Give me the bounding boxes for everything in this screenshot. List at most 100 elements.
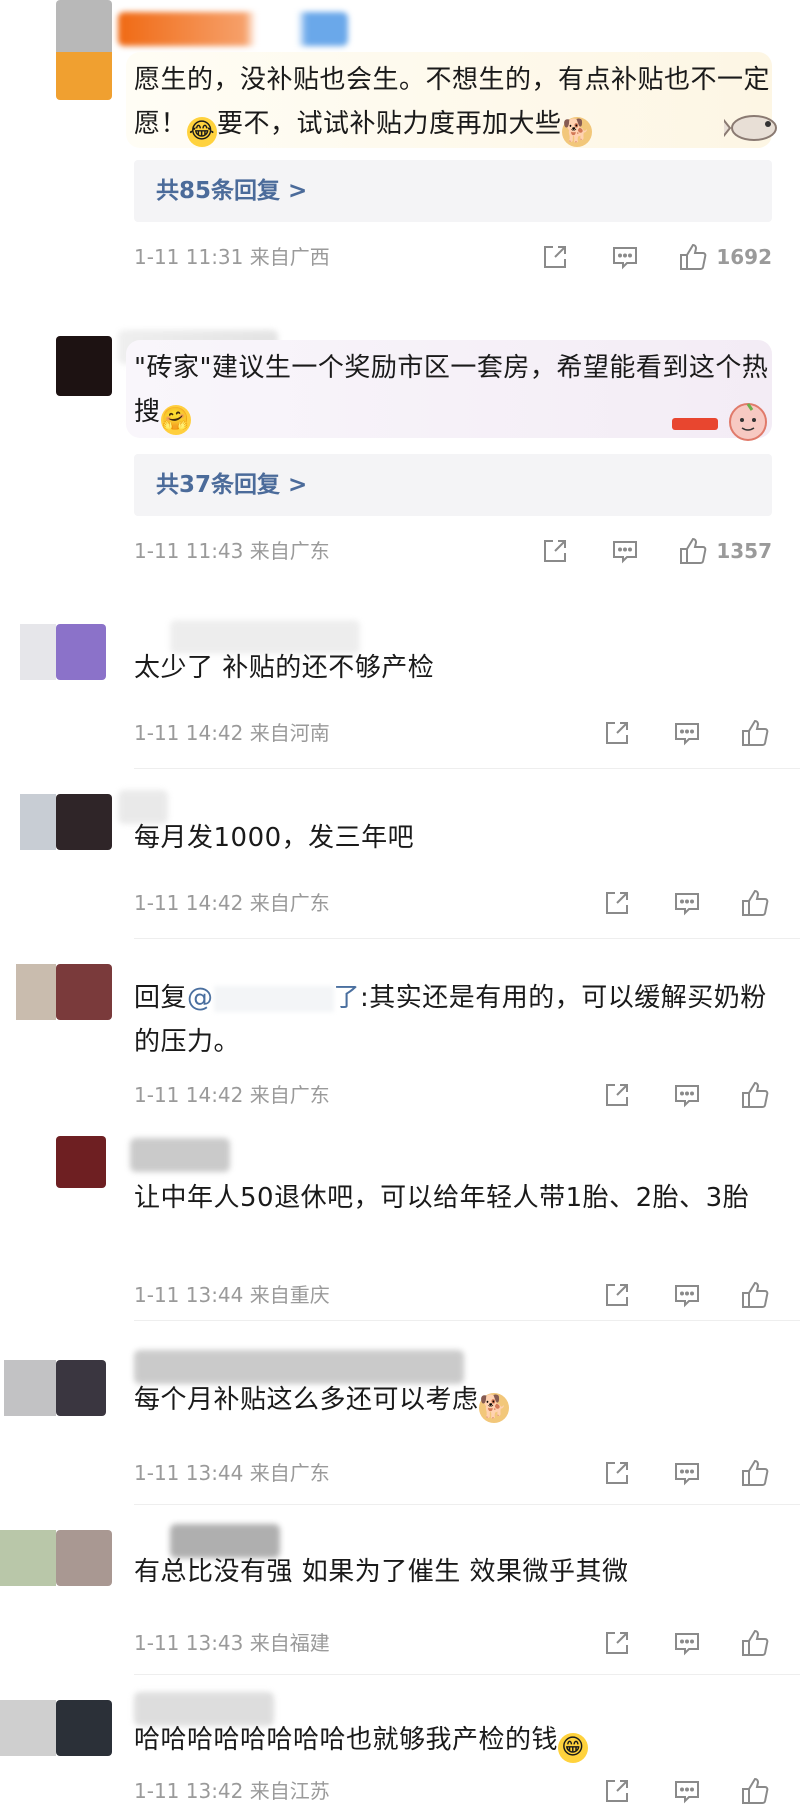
- comment-item: 有总比没有强 如果为了催生 效果微乎其微 1-11 13:43 来自福建: [0, 1524, 800, 1676]
- thumbs-up-icon[interactable]: [738, 1774, 772, 1808]
- share-icon[interactable]: [600, 716, 634, 750]
- view-replies-link[interactable]: 共85条回复 >: [134, 160, 772, 222]
- thumbs-up-icon[interactable]: [738, 1278, 772, 1312]
- comment-text-main: 每个月补贴这么多还可以考虑: [134, 1385, 479, 1415]
- comment-meta: 1-11 14:42 来自广东: [134, 1080, 330, 1110]
- mention-name-blurred: [213, 985, 334, 1012]
- comment-meta: 1-11 13:43 来自福建: [134, 1628, 330, 1658]
- hugging-emoji: 🤗: [160, 405, 191, 435]
- comment-actions: [600, 1456, 772, 1490]
- comment-item: 回复@ 了:其实还是有用的，可以缓解买奶粉的压力。 1-11 14:42 来自广东: [0, 960, 800, 1130]
- grinning-emoji: 😁: [558, 1733, 589, 1763]
- comment-time: 1-11 13:44: [134, 1283, 244, 1307]
- mention-link[interactable]: @ 了: [187, 983, 360, 1013]
- avatar[interactable]: [56, 336, 112, 396]
- comment-location: 来自广东: [249, 891, 330, 915]
- mention-tail: 了: [333, 983, 361, 1013]
- thumbs-up-icon[interactable]: [676, 534, 710, 568]
- comment-actions: [600, 1078, 772, 1112]
- avatar[interactable]: [56, 794, 112, 850]
- thumbs-up-icon[interactable]: [738, 1456, 772, 1490]
- comment-icon[interactable]: [608, 534, 642, 568]
- comment-text-main: 哈哈哈哈哈哈哈哈也就够我产检的钱: [134, 1725, 559, 1755]
- comment-actions: [600, 1626, 772, 1660]
- comment-icon[interactable]: [670, 1626, 704, 1660]
- divider: [134, 1504, 800, 1505]
- comment-icon[interactable]: [670, 1774, 704, 1808]
- like-count: 1692: [716, 245, 772, 269]
- avatar[interactable]: [56, 1136, 106, 1188]
- doge-emoji: 🐕: [478, 1393, 509, 1423]
- avatar-bottom: [56, 52, 112, 100]
- comment-icon[interactable]: [608, 240, 642, 274]
- comment-text: 太少了 补贴的还不够产检: [134, 653, 435, 683]
- comment-meta: 1-11 14:42 来自河南: [134, 718, 330, 748]
- share-icon[interactable]: [538, 240, 572, 274]
- share-icon[interactable]: [600, 1278, 634, 1312]
- comment-text: 哈哈哈哈哈哈哈哈也就够我产检的钱 😁: [134, 1718, 774, 1763]
- avatar[interactable]: [56, 624, 106, 680]
- comment-item: 让中年人50退休吧，可以给年轻人带1胎、2胎、3胎 1-11 13:44 来自重…: [0, 1132, 800, 1322]
- comment-location: 来自广西: [249, 245, 330, 269]
- comment-icon[interactable]: [670, 716, 704, 750]
- comment-icon[interactable]: [670, 1078, 704, 1112]
- share-icon[interactable]: [600, 886, 634, 920]
- comment-text: 让中年人50退休吧，可以给年轻人带1胎、2胎、3胎: [134, 1183, 750, 1213]
- fish-sticker-icon: [721, 104, 780, 148]
- thumbs-up-icon[interactable]: [676, 240, 710, 274]
- comment-icon[interactable]: [670, 1278, 704, 1312]
- thumbs-up-icon[interactable]: [738, 1626, 772, 1660]
- comment-actions: 1692: [538, 240, 772, 274]
- avatar-shadow: [0, 1530, 56, 1586]
- avatar-shadow: [0, 1700, 56, 1756]
- share-icon[interactable]: [600, 1456, 634, 1490]
- comment-item: "砖家"建议生一个奖励市区一套房，希望能看到这个热搜🤗 共37条回复 > 1-1…: [0, 330, 800, 570]
- comment-icon[interactable]: [670, 886, 704, 920]
- comment-text: 每月发1000，发三年吧: [134, 823, 415, 853]
- avatar-shadow: [4, 1360, 56, 1416]
- comment-item: 每个月补贴这么多还可以考虑🐕 1-11 13:44 来自广东: [0, 1350, 800, 1506]
- comment-meta: 1-11 14:42 来自广东: [134, 888, 330, 918]
- comment-text: 有总比没有强 如果为了催生 效果微乎其微: [134, 1557, 629, 1587]
- comment-location: 来自广东: [249, 539, 330, 563]
- comment-icon[interactable]: [670, 1456, 704, 1490]
- comment-time: 1-11 14:42: [134, 721, 244, 745]
- comment-item: 每月发1000，发三年吧 1-11 14:42 来自广东: [0, 790, 800, 940]
- comment-time: 1-11 14:42: [134, 1083, 244, 1107]
- avatar[interactable]: [56, 1360, 106, 1416]
- view-replies-link[interactable]: 共37条回复 >: [134, 454, 772, 516]
- comment-time: 1-11 11:31: [134, 245, 244, 269]
- share-icon[interactable]: [600, 1626, 634, 1660]
- thumbs-up-icon[interactable]: [738, 716, 772, 750]
- avatar[interactable]: [56, 1700, 112, 1756]
- comment-location: 来自河南: [249, 721, 330, 745]
- comment-time: 1-11 13:44: [134, 1461, 244, 1485]
- comment-meta: 1-11 13:42 来自江苏: [134, 1776, 330, 1806]
- share-icon[interactable]: [600, 1078, 634, 1112]
- avatar[interactable]: [56, 964, 112, 1020]
- comment-text: 每个月补贴这么多还可以考虑🐕: [134, 1378, 774, 1423]
- comment-item: 哈哈哈哈哈哈哈哈也就够我产检的钱 😁 1-11 13:42 来自江苏: [0, 1692, 800, 1816]
- username-blurred[interactable]: [130, 1138, 230, 1172]
- comment-time: 1-11 14:42: [134, 891, 244, 915]
- avatar-top: [56, 0, 112, 52]
- laughing-tears-emoji: 😂: [187, 117, 218, 147]
- divider: [134, 938, 800, 939]
- comment-actions: 1357: [538, 534, 772, 568]
- comment-meta: 1-11 11:43 来自广东: [134, 536, 330, 566]
- share-icon[interactable]: [600, 1774, 634, 1808]
- divider: [134, 768, 800, 769]
- username-blurred[interactable]: [118, 12, 348, 46]
- comment-location: 来自重庆: [249, 1283, 330, 1307]
- comment-actions: [600, 1774, 772, 1808]
- avatar[interactable]: [56, 0, 112, 100]
- comment-meta: 1-11 13:44 来自重庆: [134, 1280, 330, 1310]
- avatar-shadow: [20, 794, 56, 850]
- divider: [134, 1674, 800, 1675]
- avatar[interactable]: [56, 1530, 112, 1586]
- comment-text: 回复@ 了:其实还是有用的，可以缓解买奶粉的压力。: [134, 976, 774, 1064]
- thumbs-up-icon[interactable]: [738, 1078, 772, 1112]
- share-icon[interactable]: [538, 534, 572, 568]
- comment-location: 来自福建: [249, 1631, 330, 1655]
- thumbs-up-icon[interactable]: [738, 886, 772, 920]
